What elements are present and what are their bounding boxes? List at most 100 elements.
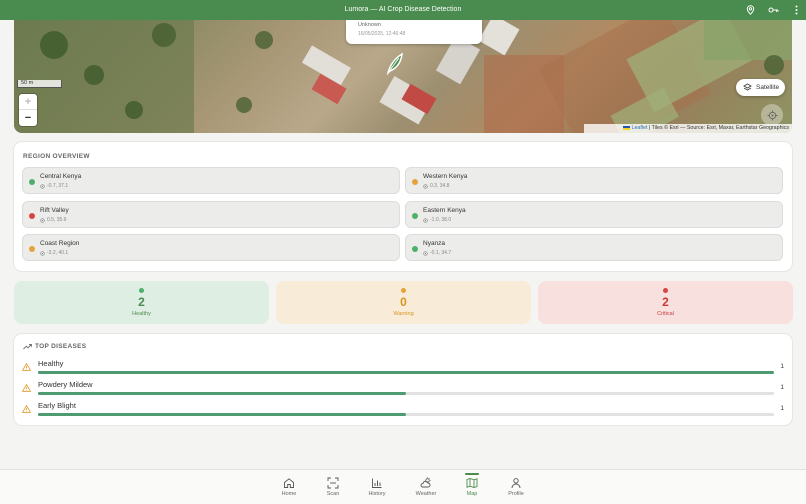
status-dot	[663, 288, 668, 293]
disease-bar-fill	[38, 392, 406, 395]
map-popup: Unknown 16/05/2025, 12:46:48	[346, 20, 482, 44]
region-coords: -0.1, 34.7	[423, 250, 451, 256]
stat-label: Warning	[393, 311, 414, 317]
status-dot	[401, 288, 406, 293]
pin-icon	[423, 250, 428, 256]
nav-label: Weather	[415, 491, 437, 497]
app-title: Lumora — AI Crop Disease Detection	[344, 6, 462, 13]
region-name: Nyanza	[423, 240, 446, 247]
region-card-coast-region[interactable]: Coast Region -3.2, 40.1	[22, 234, 400, 261]
status-dot	[29, 213, 35, 219]
zoom-in-button[interactable]: +	[19, 94, 37, 110]
key-icon[interactable]	[766, 3, 780, 17]
region-coords: -0.7, 37.1	[40, 183, 68, 189]
nav-label: Profile	[508, 491, 524, 497]
map-attribution: Leaflet | Tiles © Esri — Source: Esri, M…	[584, 124, 792, 133]
disease-count: 1	[780, 384, 784, 391]
pin-icon	[423, 217, 428, 223]
disease-count: 1	[780, 405, 784, 412]
leaflet-link[interactable]: Leaflet	[632, 125, 648, 131]
scan-icon	[327, 477, 339, 489]
disease-count: 1	[780, 363, 784, 370]
region-name: Coast Region	[40, 240, 80, 247]
region-card-western-kenya[interactable]: Western Kenya 0.3, 34.8	[405, 167, 783, 194]
disease-bar-fill	[38, 371, 774, 374]
home-icon	[284, 478, 294, 488]
location-pin-icon[interactable]	[743, 3, 757, 17]
status-dot	[412, 213, 418, 219]
region-card-eastern-kenya[interactable]: Eastern Kenya -1.0, 38.0	[405, 201, 783, 228]
history-chart-icon	[372, 478, 382, 488]
status-dot	[412, 246, 418, 252]
nav-item-profile[interactable]: Profile	[496, 470, 536, 504]
region-coords: -1.0, 38.0	[423, 217, 451, 223]
disease-name: Powdery Mildew	[38, 380, 93, 389]
map-icon	[466, 478, 478, 488]
status-dot	[29, 179, 35, 185]
scan-marker-icon[interactable]	[384, 51, 406, 75]
zoom-out-button[interactable]: −	[19, 110, 37, 126]
status-dot	[29, 246, 35, 252]
stat-card-critical: 2 Critical	[538, 281, 793, 324]
stat-label: Critical	[657, 311, 674, 317]
trending-up-icon	[23, 343, 32, 350]
stat-label: Healthy	[132, 311, 151, 317]
disease-name: Early Blight	[38, 401, 76, 410]
pin-icon	[423, 183, 428, 189]
zoom-control: + −	[19, 94, 37, 126]
more-vert-icon[interactable]	[789, 3, 803, 17]
region-coords: -3.2, 40.1	[40, 250, 68, 256]
layers-icon	[743, 83, 752, 91]
nav-label: Scan	[326, 491, 340, 497]
pin-icon	[40, 217, 45, 223]
satellite-label: Satellite	[756, 84, 780, 91]
region-overview-card: REGION OVERVIEW Central Kenya -0.7, 37.1…	[14, 142, 792, 271]
satellite-layer-button[interactable]: Satellite	[736, 79, 785, 96]
stat-card-healthy: 2 Healthy	[14, 281, 269, 324]
top-diseases-title: TOP DISEASES	[35, 343, 87, 350]
profile-icon	[511, 478, 521, 489]
region-card-rift-valley[interactable]: Rift Valley 0.5, 35.9	[22, 201, 400, 228]
status-dot	[412, 179, 418, 185]
region-name: Rift Valley	[40, 207, 69, 214]
region-name: Western Kenya	[423, 173, 468, 180]
disease-bar-fill	[38, 413, 406, 416]
region-name: Eastern Kenya	[423, 207, 466, 214]
weather-icon	[420, 477, 431, 488]
popup-timestamp: 16/05/2025, 12:46:48	[358, 31, 406, 37]
nav-item-home[interactable]: Home	[269, 470, 309, 504]
status-dot	[139, 288, 144, 293]
pin-icon	[40, 250, 45, 256]
nav-item-weather[interactable]: Weather	[406, 470, 446, 504]
stat-value: 2	[138, 295, 145, 309]
nav-label: History	[368, 491, 386, 497]
disease-bar-track	[38, 371, 774, 374]
disease-row-healthy: Healthy 1	[22, 359, 784, 378]
region-name: Central Kenya	[40, 173, 82, 180]
region-card-nyanza[interactable]: Nyanza -0.1, 34.7	[405, 234, 783, 261]
stat-value: 0	[400, 295, 407, 309]
region-card-central-kenya[interactable]: Central Kenya -0.7, 37.1	[22, 167, 400, 194]
region-coords: 0.5, 35.9	[40, 217, 66, 223]
pin-icon	[40, 183, 45, 189]
nav-item-history[interactable]: History	[357, 470, 397, 504]
stat-value: 2	[662, 295, 669, 309]
locate-me-button[interactable]	[761, 104, 783, 126]
crosshair-icon	[767, 110, 777, 120]
warning-icon	[22, 363, 31, 371]
warning-icon	[22, 405, 31, 413]
app-bar: Lumora — AI Crop Disease Detection	[0, 0, 806, 20]
nav-item-map[interactable]: Map	[452, 470, 492, 504]
stat-card-warning: 0 Warning	[276, 281, 531, 324]
disease-bar-track	[38, 413, 774, 416]
satellite-map[interactable]: Unknown 16/05/2025, 12:46:48 50 m + − Sa…	[14, 20, 792, 133]
warning-icon	[22, 384, 31, 392]
nav-label: Map	[466, 491, 478, 497]
popup-location: Unknown	[358, 22, 381, 28]
bottom-navigation: Home Scan History Weather Map Profile	[0, 469, 806, 504]
attribution-text: | Tiles © Esri — Source: Esri, Maxar, Ea…	[647, 125, 789, 131]
nav-item-scan[interactable]: Scan	[313, 470, 353, 504]
nav-label: Home	[281, 491, 297, 497]
leaflet-flag-icon	[623, 125, 631, 130]
disease-name: Healthy	[38, 359, 64, 368]
